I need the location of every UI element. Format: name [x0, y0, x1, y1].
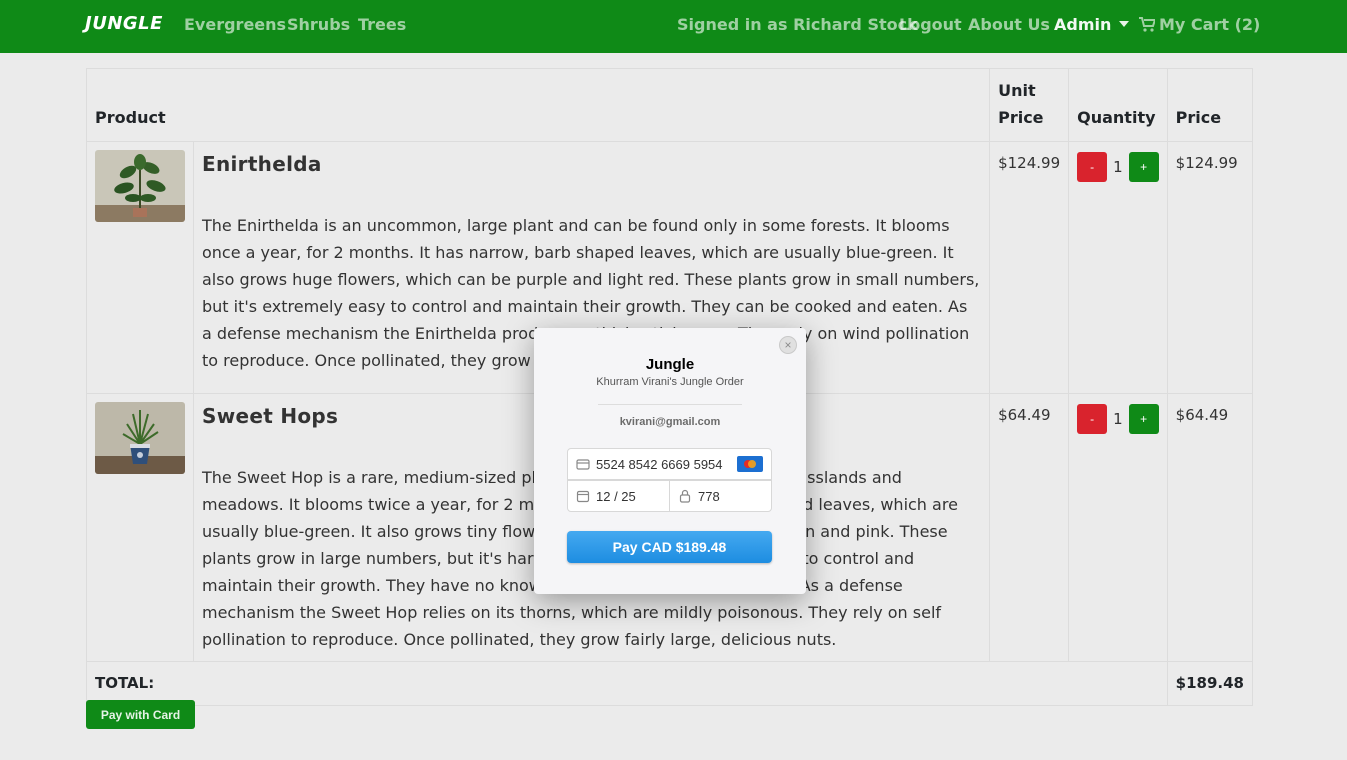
- signed-in-text: Signed in as Richard Stock: [677, 15, 918, 34]
- card-number-field[interactable]: 5524 8542 6669 5954: [567, 448, 772, 480]
- calendar-icon: [576, 490, 590, 503]
- cart-link[interactable]: My Cart (2): [1139, 15, 1260, 34]
- card-number-value: 5524 8542 6669 5954: [596, 456, 723, 472]
- table-header-row: Product Unit Price Quantity Price: [85, 68, 1254, 142]
- increase-qty-button[interactable]: +: [1128, 152, 1159, 182]
- decrease-qty-button[interactable]: -: [1077, 152, 1108, 182]
- quantity-value: 1: [1113, 410, 1123, 428]
- unit-price: $64.49: [989, 393, 1070, 662]
- nav-shrubs[interactable]: Shrubs: [287, 15, 350, 34]
- total-row: TOTAL: $189.48: [86, 661, 1254, 706]
- checkout-subtitle: Khurram Virani's Jungle Order: [596, 376, 744, 388]
- quantity-cell: - 1 +: [1068, 141, 1168, 394]
- admin-label: Admin: [1054, 15, 1112, 34]
- line-price: $124.99: [1166, 141, 1254, 394]
- brand-logo[interactable]: JUNGLE: [85, 13, 163, 34]
- checkout-modal: × Jungle Khurram Virani's Jungle Order k…: [534, 328, 806, 594]
- checkout-title: Jungle: [645, 356, 695, 373]
- close-icon[interactable]: ×: [779, 336, 797, 354]
- increase-qty-button[interactable]: +: [1128, 404, 1159, 434]
- product-thumb-cell: [86, 393, 194, 662]
- cvc-value: 778: [698, 488, 720, 504]
- cart-icon: [1139, 17, 1155, 32]
- expiry-value: 12 / 25: [596, 488, 636, 504]
- total-value: $189.48: [1166, 661, 1254, 706]
- quantity-value: 1: [1113, 158, 1123, 176]
- decrease-qty-button[interactable]: -: [1077, 404, 1108, 434]
- nav-trees[interactable]: Trees: [358, 15, 406, 34]
- divider: [598, 404, 742, 405]
- lock-icon: [679, 489, 691, 503]
- header-quantity: Quantity: [1068, 68, 1168, 142]
- quantity-cell: - 1 +: [1068, 393, 1168, 662]
- header-product: Product: [85, 68, 991, 142]
- sweet-hops-image[interactable]: [95, 402, 185, 474]
- checkout-email: kvirani@gmail.com: [619, 416, 721, 428]
- expiry-field[interactable]: 12 / 25: [567, 480, 670, 512]
- total-label: TOTAL:: [86, 661, 1168, 706]
- pay-with-card-button[interactable]: Pay with Card: [86, 700, 195, 729]
- navbar: JUNGLE Evergreens Shrubs Trees Signed in…: [0, 0, 1347, 53]
- mastercard-icon: [737, 456, 763, 472]
- credit-card-icon: [576, 459, 590, 470]
- product-thumb-cell: [86, 141, 194, 394]
- header-price: Price: [1166, 68, 1254, 142]
- chevron-down-icon: [1119, 21, 1130, 27]
- logout-link[interactable]: Logout: [899, 15, 962, 34]
- enirthelda-image[interactable]: [95, 150, 185, 222]
- product-name: Enirthelda: [202, 152, 322, 176]
- quantity-stepper: - 1 +: [1077, 152, 1159, 182]
- line-price: $64.49: [1166, 393, 1254, 662]
- about-link[interactable]: About Us: [968, 15, 1050, 34]
- quantity-stepper: - 1 +: [1077, 404, 1159, 434]
- nav-evergreens[interactable]: Evergreens: [184, 15, 286, 34]
- header-unit-price: Unit Price: [989, 68, 1070, 142]
- cvc-field[interactable]: 778: [669, 480, 772, 512]
- checkout-pay-button[interactable]: Pay CAD $189.48: [567, 531, 772, 563]
- unit-price: $124.99: [989, 141, 1070, 394]
- admin-dropdown[interactable]: Admin: [1054, 15, 1130, 34]
- cart-label: My Cart (2): [1159, 15, 1261, 34]
